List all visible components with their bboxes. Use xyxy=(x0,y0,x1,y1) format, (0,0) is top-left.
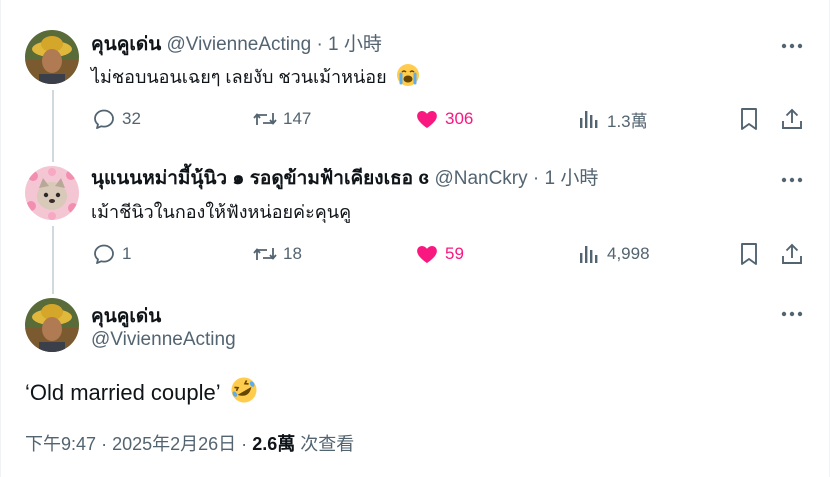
author-handle[interactable]: @VivienneActing xyxy=(167,34,312,55)
thread-line xyxy=(52,90,54,162)
author-handle[interactable]: @NanCkry xyxy=(434,168,527,189)
reply-icon xyxy=(91,241,117,267)
like-button[interactable]: 59 xyxy=(414,239,464,269)
reply-button[interactable]: 1 xyxy=(91,239,131,269)
bookmark-icon[interactable] xyxy=(736,106,762,132)
views-count: 4,998 xyxy=(607,244,650,263)
author-name[interactable]: นุแนนหม่ามี้นุ้นิว ๑ รอดูข้ามฟ้าเคียงเธอ… xyxy=(91,168,429,189)
tweet-meta: 下午9:47 · 2025年2月26日 · 2.6萬 次查看 xyxy=(25,430,354,456)
reply-text: เม้าชีนิวในกองให้ฟังหน่อยค่ะคุนคู xyxy=(91,200,351,224)
reply-header: นุแนนหม่ามี้นุ้นิว ๑ รอดูข้ามฟ้าเคียงเธอ… xyxy=(91,167,598,191)
share-icon[interactable] xyxy=(779,241,805,267)
analytics-icon xyxy=(576,106,602,132)
like-count: 59 xyxy=(445,244,464,263)
timestamp[interactable]: 1 小時 xyxy=(328,34,382,55)
views-button[interactable]: 4,998 xyxy=(576,239,650,269)
like-button[interactable]: 306 xyxy=(414,104,473,134)
repost-count: 147 xyxy=(283,109,312,128)
repost-button[interactable]: 18 xyxy=(252,239,302,269)
loudly-crying-face-icon xyxy=(396,63,420,93)
reply-header: คุนคูเด่น @VivienneActing · 1 小時 xyxy=(91,33,382,57)
share-icon[interactable] xyxy=(779,106,805,132)
reply-icon xyxy=(91,106,117,132)
repost-icon xyxy=(252,241,278,267)
separator: · xyxy=(316,34,323,55)
like-count: 306 xyxy=(445,109,474,128)
tweet-text: ‘Old married couple’ xyxy=(25,376,258,411)
reply-text-content: ไม่ชอบนอนเฉยๆ เลยงับ ชวนเม้าหน่อย xyxy=(91,67,387,87)
repost-icon xyxy=(252,106,278,132)
tweet-date[interactable]: 2025年2月26日 xyxy=(112,434,236,454)
separator: · xyxy=(101,434,108,454)
heart-filled-icon xyxy=(414,106,440,132)
timestamp[interactable]: 1 小時 xyxy=(545,168,599,189)
reply-text: ไม่ชอบนอนเฉยๆ เลยงับ ชวนเม้าหน่อย xyxy=(91,63,420,93)
repost-count: 18 xyxy=(283,244,302,263)
reply-text-content: เม้าชีนิวในกองให้ฟังหน่อยค่ะคุนคู xyxy=(91,202,352,222)
tweet-views-count: 2.6萬 xyxy=(252,434,296,454)
views-button[interactable]: 1.3萬 xyxy=(576,104,648,134)
reply-button[interactable]: 32 xyxy=(91,104,141,134)
author-handle[interactable]: @VivienneActing xyxy=(91,329,236,351)
repost-button[interactable]: 147 xyxy=(252,104,311,134)
reply-count: 1 xyxy=(122,244,132,263)
thread-line xyxy=(52,226,54,294)
analytics-icon xyxy=(576,241,602,267)
author-name[interactable]: คุนคูเด่น xyxy=(91,301,161,331)
reply-count: 32 xyxy=(122,109,141,128)
more-options-icon[interactable] xyxy=(780,34,804,58)
separator: · xyxy=(532,168,540,189)
more-options-icon[interactable] xyxy=(780,302,804,326)
heart-filled-icon xyxy=(414,241,440,267)
avatar[interactable] xyxy=(25,298,79,352)
avatar[interactable] xyxy=(25,166,79,220)
views-count: 1.3萬 xyxy=(607,111,648,131)
more-options-icon[interactable] xyxy=(780,168,804,192)
bookmark-icon[interactable] xyxy=(736,241,762,267)
conversation-thread: คุนคูเด่น @VivienneActing · 1 小時 ไม่ชอบน… xyxy=(0,0,830,477)
avatar[interactable] xyxy=(25,30,79,84)
rolling-on-floor-laughing-icon xyxy=(230,376,258,411)
tweet-text-content: ‘Old married couple’ xyxy=(25,380,220,405)
separator: · xyxy=(241,434,248,454)
author-name[interactable]: คุนคูเด่น xyxy=(91,34,161,55)
tweet-time[interactable]: 下午9:47 xyxy=(25,434,96,454)
tweet-views-label: 次查看 xyxy=(300,434,355,454)
